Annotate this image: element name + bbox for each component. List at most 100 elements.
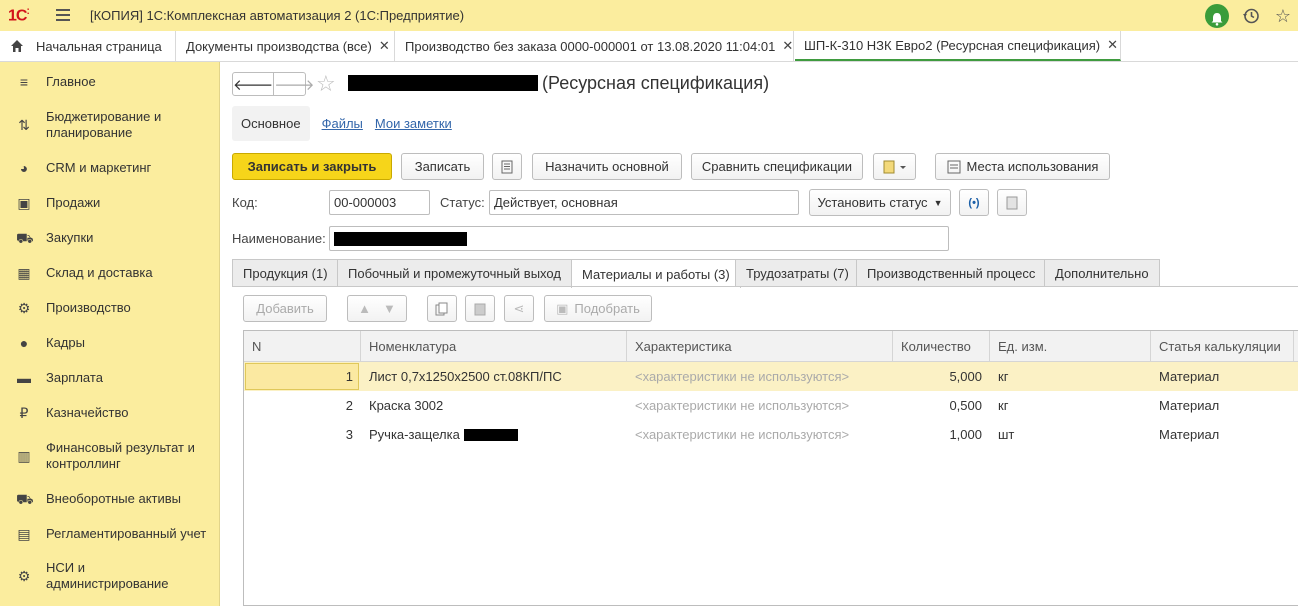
move-buttons[interactable]: ▲ ▼ (347, 295, 407, 322)
cell-quantity[interactable]: 0,500 (893, 391, 990, 420)
cell-n[interactable]: 1 (244, 362, 361, 391)
open-tabs-bar: Начальная страница Документы производств… (0, 31, 1298, 62)
cell-article[interactable]: Материал (1151, 420, 1294, 449)
col-article[interactable]: Статья калькуляции (1151, 331, 1294, 362)
col-item[interactable]: Номенклатура (361, 331, 627, 362)
sidebar-item-salary[interactable]: ▬ Зарплата (0, 370, 220, 386)
sidebar-item-sales[interactable]: ▣ Продажи (0, 195, 220, 211)
hamburger-menu-icon[interactable] (56, 9, 70, 21)
set-main-button[interactable]: Назначить основной (532, 153, 682, 180)
grid-icon: ▦ (17, 265, 31, 281)
cell-characteristic[interactable]: <характеристики не используются> (627, 420, 893, 449)
sidebar-item-warehouse[interactable]: ▦ Склад и доставка (0, 265, 220, 281)
back-arrow-icon[interactable]: 🡐 (233, 73, 275, 95)
save-and-close-button[interactable]: Записать и закрыть (232, 153, 392, 180)
redacted-title (348, 75, 538, 91)
table-header: N Номенклатура Характеристика Количество… (244, 331, 1298, 362)
cell-unit[interactable]: кг (990, 391, 1151, 420)
set-status-label: Установить статус (817, 195, 928, 210)
tab-resource-spec[interactable]: ШП-К-310 НЗК Евро2 (Ресурсная спецификац… (795, 31, 1121, 61)
forward-arrow-icon[interactable]: 🡒 (274, 73, 314, 95)
bag-icon: ▣ (556, 300, 569, 316)
set-status-button[interactable]: Установить статус ▼ (809, 189, 951, 216)
subnav-notes[interactable]: Мои заметки (375, 116, 452, 131)
cell-unit[interactable]: кг (990, 362, 1151, 391)
dropdown-arrow-icon: ▼ (933, 197, 943, 208)
sidebar-item-crm[interactable]: ◕ CRM и маркетинг (0, 160, 220, 176)
app-logo: 1С: (8, 6, 30, 25)
sidebar-item-finance[interactable]: ▥ Финансовый результат и контроллинг (0, 440, 220, 472)
col-unit[interactable]: Ед. изм. (990, 331, 1151, 362)
sidebar-item-budget[interactable]: ⇅ Бюджетирование и планирование (0, 109, 220, 141)
save-button[interactable]: Записать (401, 153, 484, 180)
cell-characteristic[interactable]: <характеристики не используются> (627, 391, 893, 420)
table-row[interactable]: 3 Ручка-защелка <характеристики не испол… (244, 420, 1298, 449)
redacted-item-suffix (463, 428, 518, 441)
close-icon[interactable]: ✕ (782, 38, 793, 54)
document-icon[interactable] (997, 189, 1027, 216)
sidebar-item-admin[interactable]: ⚙ НСИ и администрирование (0, 560, 220, 592)
cell-n[interactable]: 2 (244, 391, 361, 420)
cell-quantity[interactable]: 1,000 (893, 420, 990, 449)
wallet-icon: ▬ (17, 370, 31, 386)
cell-item[interactable]: Лист 0,7х1250х2500 ст.08КП/ПС (361, 362, 627, 391)
arrow-up-icon[interactable]: ▲ (358, 301, 371, 316)
cell-article[interactable]: Материал (1151, 391, 1294, 420)
cell-unit[interactable]: шт (990, 420, 1151, 449)
pick-button[interactable]: ▣ Подобрать (544, 295, 652, 322)
compare-specs-button[interactable]: Сравнить спецификации (691, 153, 863, 180)
subnav-files[interactable]: Файлы (322, 116, 363, 131)
col-n[interactable]: N (244, 331, 361, 362)
tab-production-order[interactable]: Производство без заказа 0000-000001 от 1… (396, 31, 794, 61)
sidebar-item-main[interactable]: ≡ Главное (0, 74, 220, 90)
sidebar-item-purchases[interactable]: ⛟ Закупки (0, 230, 220, 246)
usage-places-button[interactable]: Места использования (935, 153, 1110, 180)
favorite-star-icon[interactable]: ☆ (316, 71, 336, 97)
status-label: Статус: (440, 195, 485, 210)
broadcast-icon[interactable]: (•) (959, 189, 989, 216)
tab-materials[interactable]: Материалы и работы (3) (571, 259, 741, 288)
close-icon[interactable]: ✕ (379, 38, 390, 54)
tab-home[interactable]: Начальная страница (0, 31, 176, 61)
table-row[interactable]: 1 Лист 0,7х1250х2500 ст.08КП/ПС <характе… (244, 362, 1298, 391)
close-icon[interactable]: ✕ (1107, 37, 1118, 53)
sidebar-item-treasury[interactable]: ₽ Казначейство (0, 405, 220, 421)
truck-icon: ⛟ (16, 491, 34, 507)
copy-icon[interactable] (427, 295, 457, 322)
tab-byproducts[interactable]: Побочный и промежуточный выход (337, 259, 572, 287)
tab-additional[interactable]: Дополнительно (1044, 259, 1160, 287)
report-icon[interactable] (492, 153, 522, 180)
share-icon[interactable]: ⋖ (504, 295, 534, 322)
sidebar-item-hr[interactable]: ● Кадры (0, 335, 220, 351)
name-field[interactable] (329, 226, 949, 251)
tab-process[interactable]: Производственный процесс (856, 259, 1047, 287)
col-characteristic[interactable]: Характеристика (627, 331, 893, 362)
cell-n[interactable]: 3 (244, 420, 361, 449)
cell-item[interactable]: Краска 3002 (361, 391, 627, 420)
usage-places-label: Места использования (966, 159, 1099, 174)
sidebar-item-assets[interactable]: ⛟ Внеоборотные активы (0, 491, 220, 507)
status-field[interactable]: Действует, основная (489, 190, 799, 215)
col-quantity[interactable]: Количество (893, 331, 990, 362)
add-row-button[interactable]: Добавить (243, 295, 327, 322)
cell-item[interactable]: Ручка-защелка (361, 420, 627, 449)
paste-icon[interactable] (465, 295, 495, 322)
tab-production-docs[interactable]: Документы производства (все) ✕ (177, 31, 395, 61)
arrow-down-icon[interactable]: ▼ (383, 301, 396, 316)
cell-article[interactable]: Материал (1151, 362, 1294, 391)
sidebar: ≡ Главное ⇅ Бюджетирование и планировани… (0, 62, 220, 606)
subnav-main[interactable]: Основное (232, 106, 310, 141)
code-field[interactable]: 00-000003 (329, 190, 430, 215)
history-icon[interactable] (1240, 4, 1262, 28)
cell-quantity[interactable]: 5,000 (893, 362, 990, 391)
table-row[interactable]: 2 Краска 3002 <характеристики не использ… (244, 391, 1298, 420)
sidebar-item-regulated[interactable]: ▤ Регламентированный учет (0, 526, 220, 542)
tab-labor[interactable]: Трудозатраты (7) (735, 259, 860, 287)
print-menu-button[interactable] (873, 153, 916, 180)
bell-icon[interactable] (1205, 4, 1229, 28)
sidebar-item-production[interactable]: ⚙ Производство (0, 300, 220, 316)
tab-products[interactable]: Продукция (1) (232, 259, 339, 287)
cell-characteristic[interactable]: <характеристики не используются> (627, 362, 893, 391)
tab-label: Начальная страница (36, 38, 162, 54)
star-icon[interactable]: ☆ (1272, 4, 1294, 28)
